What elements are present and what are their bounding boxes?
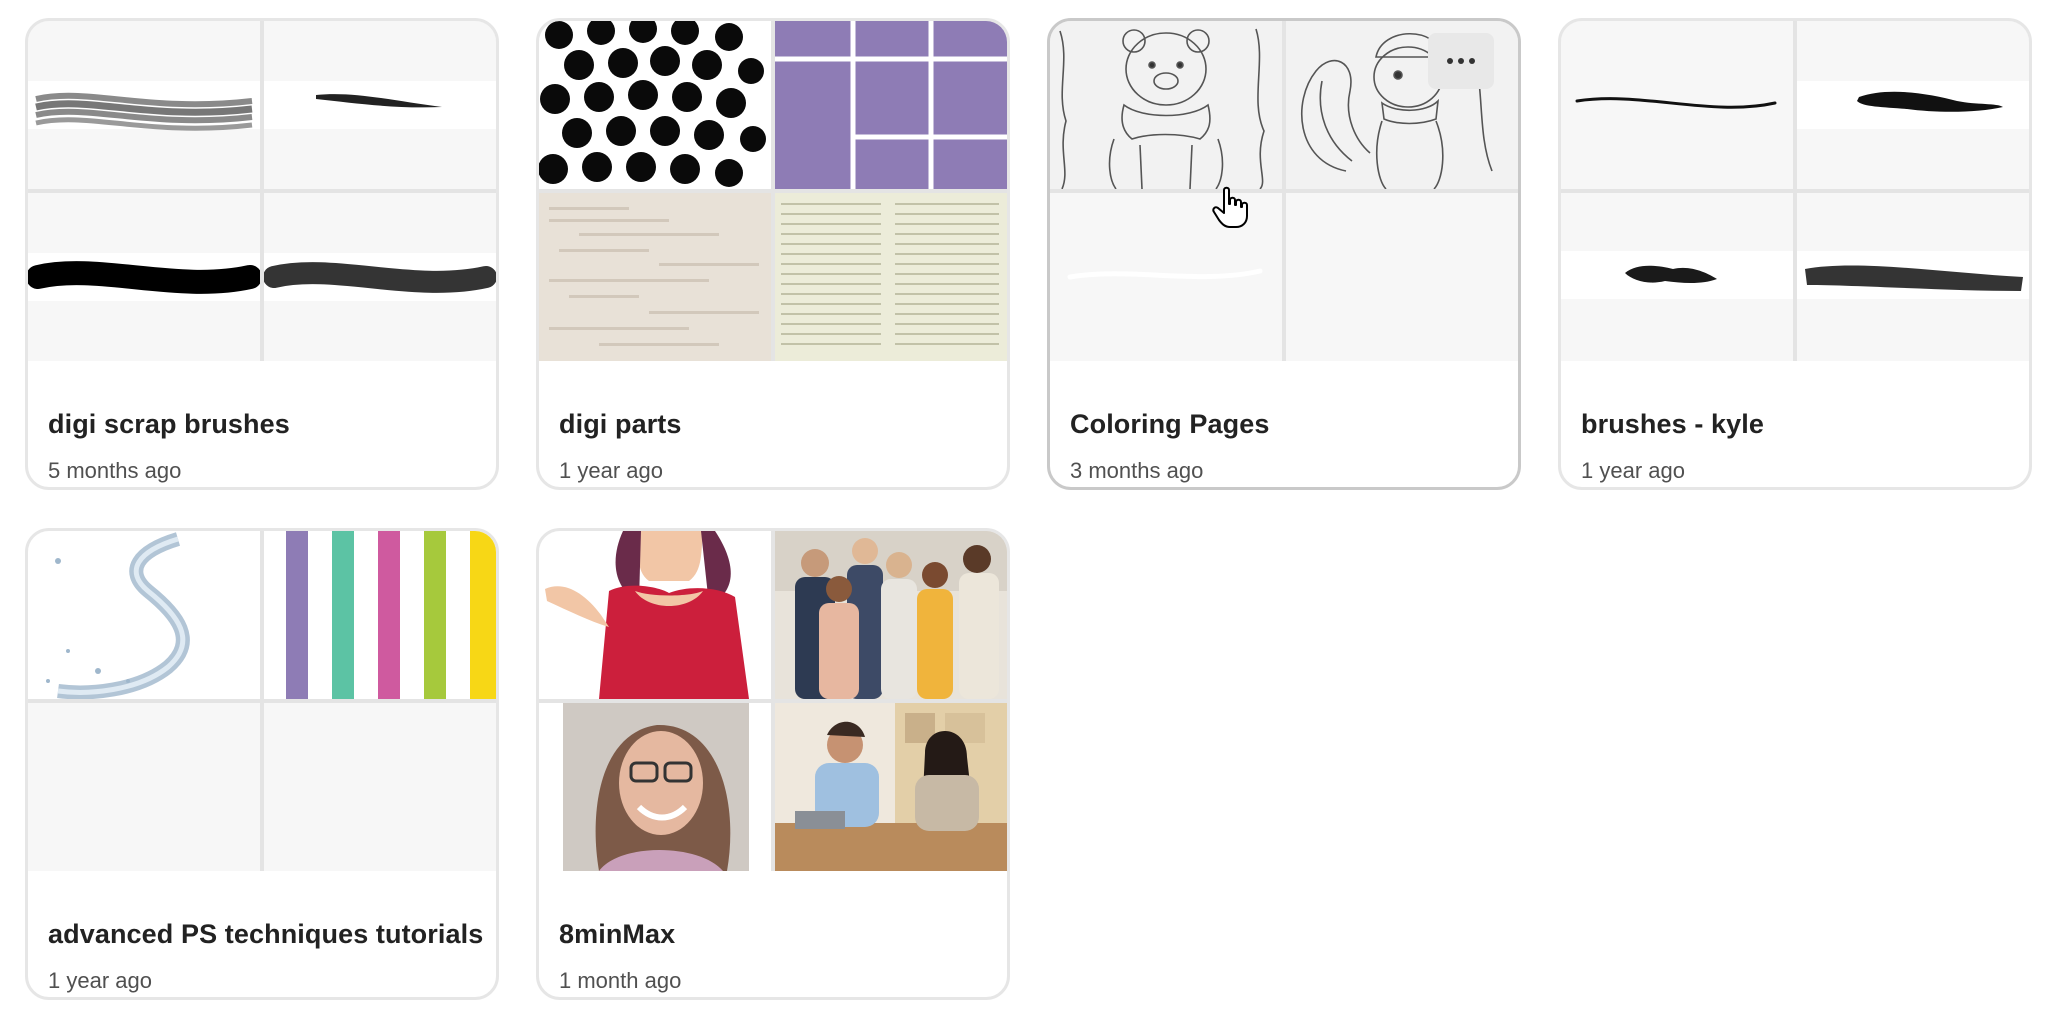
collection-card-digi-scrap-brushes[interactable]: digi scrap brushes 5 months ago <box>25 18 499 490</box>
collection-card-digi-parts[interactable]: digi parts 1 year ago <box>536 18 1010 490</box>
water-splash-thumbnail <box>28 531 260 699</box>
brush-stroke-thumbnail <box>264 193 496 361</box>
collection-title: brushes - kyle <box>1581 409 1764 439</box>
brush-stroke-thumbnail <box>1797 21 2029 189</box>
collection-updated-time: 1 year ago <box>1581 458 1685 483</box>
brush-stroke-thumbnail <box>28 21 260 189</box>
collection-thumbnails <box>539 531 1007 871</box>
collection-title: advanced PS techniques tutorials <box>48 919 484 949</box>
group-photo-thumbnail <box>775 531 1007 699</box>
collection-card-8minmax[interactable]: 8minMax 1 month ago <box>536 528 1010 1000</box>
collection-updated-time: 5 months ago <box>48 458 182 483</box>
brush-stroke-thumbnail <box>28 193 260 361</box>
more-horizontal-icon <box>1447 58 1453 64</box>
brush-stroke-thumbnail <box>1561 21 1793 189</box>
office-meeting-photo-thumbnail <box>775 703 1007 871</box>
collection-updated-time: 3 months ago <box>1070 458 1204 483</box>
collection-updated-time: 1 year ago <box>48 968 152 993</box>
brush-stroke-thumbnail <box>264 21 496 189</box>
collections-grid: digi scrap brushes 5 months ago digi par… <box>0 0 2056 1020</box>
collection-thumbnails <box>1050 21 1518 361</box>
collection-title: digi scrap brushes <box>48 409 290 439</box>
collection-card-coloring-pages[interactable]: Coloring Pages 3 months ago <box>1047 18 1521 490</box>
collection-title: Coloring Pages <box>1070 409 1270 439</box>
vintage-newspaper-thumbnail <box>539 193 771 361</box>
bear-coloring-page-thumbnail <box>1050 21 1282 189</box>
collection-thumbnails <box>1561 21 2029 361</box>
collection-title: 8minMax <box>559 919 676 949</box>
brush-stroke-thumbnail <box>1797 193 2029 361</box>
brush-stroke-thumbnail <box>1561 193 1793 361</box>
hand-pointer-cursor-icon <box>1212 186 1248 228</box>
collection-card-brushes-kyle[interactable]: brushes - kyle 1 year ago <box>1558 18 2032 490</box>
empty-thumbnail <box>264 703 496 871</box>
purple-grid-paper-thumbnail <box>775 21 1007 189</box>
collection-title: digi parts <box>559 409 682 439</box>
empty-thumbnail <box>1286 193 1518 361</box>
more-options-button[interactable] <box>1428 33 1494 89</box>
polka-dot-paper-thumbnail <box>539 21 771 189</box>
collection-card-advanced-ps-techniques-tutorials[interactable]: advanced PS techniques tutorials 1 year … <box>25 528 499 1000</box>
smiling-woman-photo-thumbnail <box>539 703 771 871</box>
collection-updated-time: 1 year ago <box>559 458 663 483</box>
collection-thumbnails <box>539 21 1007 361</box>
collection-thumbnails <box>28 531 496 871</box>
collection-updated-time: 1 month ago <box>559 968 682 993</box>
squirrel-coloring-page-thumbnail <box>1286 21 1518 189</box>
colored-stripes-thumbnail <box>264 531 496 699</box>
cartoon-woman-thumbnail <box>539 531 771 699</box>
empty-thumbnail <box>28 703 260 871</box>
collection-thumbnails <box>28 21 496 361</box>
newspaper-text-thumbnail <box>775 193 1007 361</box>
